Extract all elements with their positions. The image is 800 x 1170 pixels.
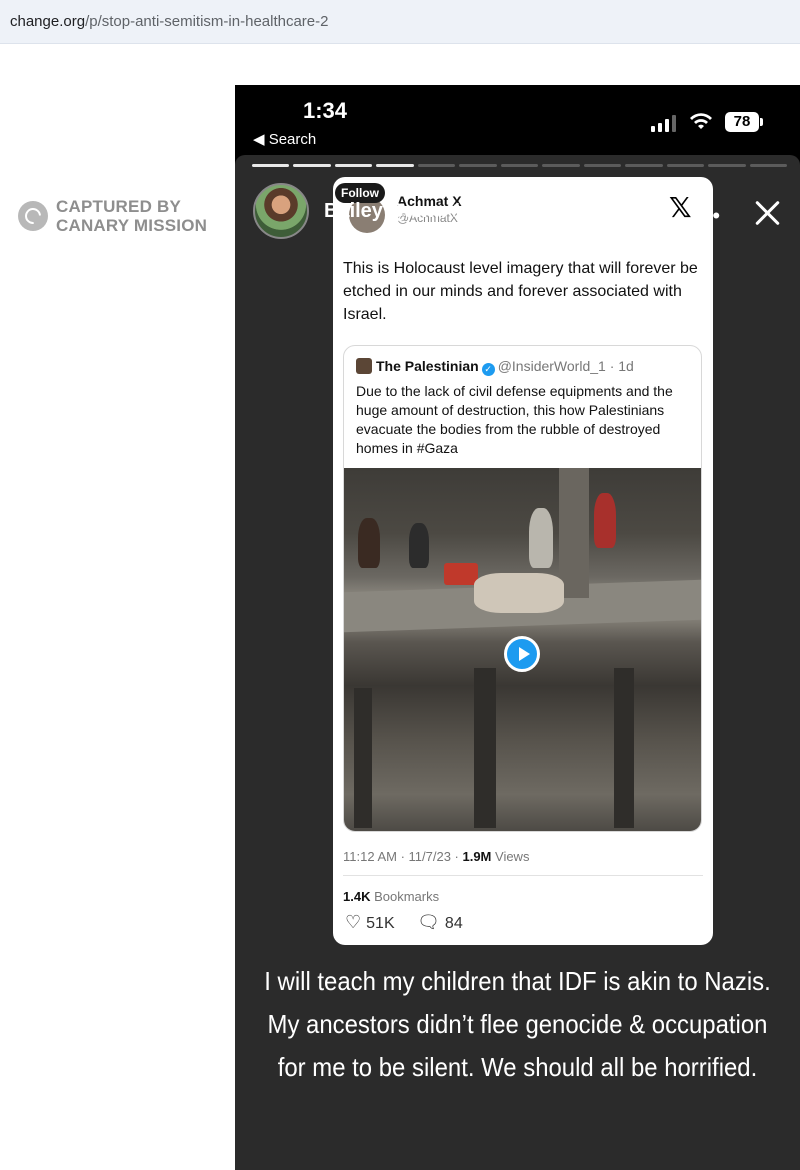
caption-line-1: I will teach my children that IDF is aki… [264,966,771,996]
story-progress-segment [417,164,456,167]
quoted-post-image [344,468,701,831]
story-progress-segment [666,164,705,167]
more-options-icon[interactable]: ••• [695,203,721,229]
bookmarks-count: 1.4K [343,889,371,904]
heart-icon[interactable]: ♡ [345,912,361,933]
image-column [614,668,634,828]
url-domain: change.org [10,13,86,30]
post-actions: ♡ 51K 🗨 84 [345,912,463,933]
story-progress-segment [252,164,290,167]
back-to-search-link[interactable]: ◀ Search [253,130,316,148]
video-play-button[interactable] [504,636,540,672]
image-stretcher [444,563,478,585]
caption-line-2: My ancestors didn’t flee genocide & occu… [267,1009,768,1039]
verified-badge-icon: ✓ [481,363,495,376]
story-progress-segment [376,164,414,167]
image-column [354,688,372,828]
ios-status-bar: 1:34 ◀ Search 78 [235,85,800,155]
image-column [474,668,496,828]
reply-icon[interactable]: 🗨 [417,912,440,933]
browser-address-bar[interactable]: change.org/p/stop-anti-semitism-in-healt… [0,0,800,44]
x-logo-icon: 𝕏 [669,191,692,224]
image-column [559,468,589,598]
image-figure [474,573,564,613]
wifi-icon [690,113,712,129]
story-progress-bars [252,164,788,167]
back-label: Search [268,131,317,148]
image-figure [409,523,429,568]
image-figure [594,493,616,548]
status-time: 1:34 [303,98,348,123]
replies-count: 84 [444,915,463,932]
battery-icon: 78 [725,112,763,132]
divider [343,875,703,876]
story-username-text: Bailey Quinn [324,200,447,222]
phone-screenshot: 1:34 ◀ Search 78 Bailey Quinn 14h ••• Fo… [235,85,800,1170]
close-friends-icon [501,204,519,217]
url-path: /p/stop-anti-semitism-in-healthcare-2 [85,13,329,30]
bookmarks: 1.4K Bookmarks [343,889,439,904]
views-label: Views [491,849,530,864]
story-progress-segment [708,164,746,167]
story-caption: I will teach my children that IDF is aki… [258,960,778,1089]
embedded-post-card: Follow Achmat X @AchmatX 𝕏 This is Holoc… [333,177,713,945]
url-text[interactable]: change.org/p/stop-anti-semitism-in-healt… [10,13,328,30]
story-progress-segment [500,164,539,167]
canary-logo-icon [18,201,48,231]
story-user-name[interactable]: Bailey Quinn 14h [324,200,485,223]
watermark-line-2: CANARY MISSION [56,216,208,235]
story-age: 14h [451,200,486,222]
quoted-post-header: The Palestinian ✓ @InsiderWorld_1 · 1d [356,358,634,376]
story-progress-segment [583,164,622,167]
likes-count: 51K [366,915,395,932]
post-timestamp: 11:12 AM · 11/7/23 · [343,849,463,864]
quoted-post: The Palestinian ✓ @InsiderWorld_1 · 1d Due… [343,345,702,832]
story-progress-segment [542,164,580,167]
story-progress-segment [749,164,788,167]
quoted-author-handle: @InsiderWorld_1 · 1d [497,358,634,374]
image-figure [529,508,553,568]
story-progress-segment [293,164,331,167]
post-text: This is Holocaust level imagery that wil… [343,260,698,323]
quoted-author-name: The Palestinian [376,358,479,374]
watermark-line-1: CAPTURED BY [56,197,181,216]
close-icon[interactable] [751,197,783,229]
quoted-post-text: Due to the lack of civil defense equipme… [356,383,673,456]
cellular-signal-icon [651,115,677,132]
caption-line-3: for me to be silent. We should all be ho… [277,1052,758,1082]
quoted-author-avatar [356,358,372,374]
views-count: 1.9M [462,849,492,864]
canary-mission-watermark: CAPTURED BY CANARY MISSION [18,197,207,235]
story-progress-segment [459,164,497,167]
story-progress-segment [625,164,663,167]
post-meta: 11:12 AM · 11/7/23 · 1.9M Views [343,849,529,864]
bookmarks-label: Bookmarks [370,889,440,904]
story-progress-segment [334,164,373,167]
image-figure [358,518,380,568]
story-user-avatar[interactable] [253,183,309,239]
